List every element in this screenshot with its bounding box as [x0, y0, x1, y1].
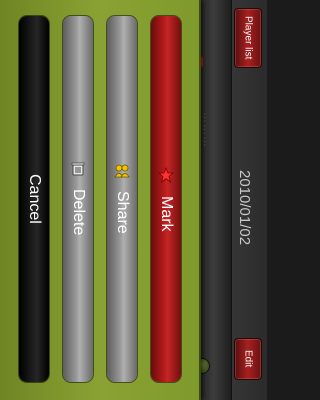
- player-list-button[interactable]: Player list: [234, 8, 262, 68]
- mark-button[interactable]: Mark: [151, 16, 181, 382]
- mark-label: Mark: [158, 195, 175, 232]
- edit-button[interactable]: Edit: [234, 338, 262, 380]
- action-sheet: Cancel Delete Share Mark: [0, 0, 201, 400]
- list-row-text: ………: [201, 112, 213, 148]
- delete-button[interactable]: Delete: [63, 16, 93, 382]
- share-label: Share: [114, 191, 131, 234]
- share-button[interactable]: Share: [107, 16, 137, 382]
- cancel-label: Cancel: [26, 174, 43, 224]
- delete-label: Delete: [70, 189, 87, 236]
- cancel-button[interactable]: Cancel: [19, 16, 49, 382]
- share-people-icon: [114, 164, 130, 183]
- date-label: 2010/01/02: [236, 170, 253, 246]
- star-icon: [157, 166, 175, 188]
- trash-icon: [71, 162, 85, 181]
